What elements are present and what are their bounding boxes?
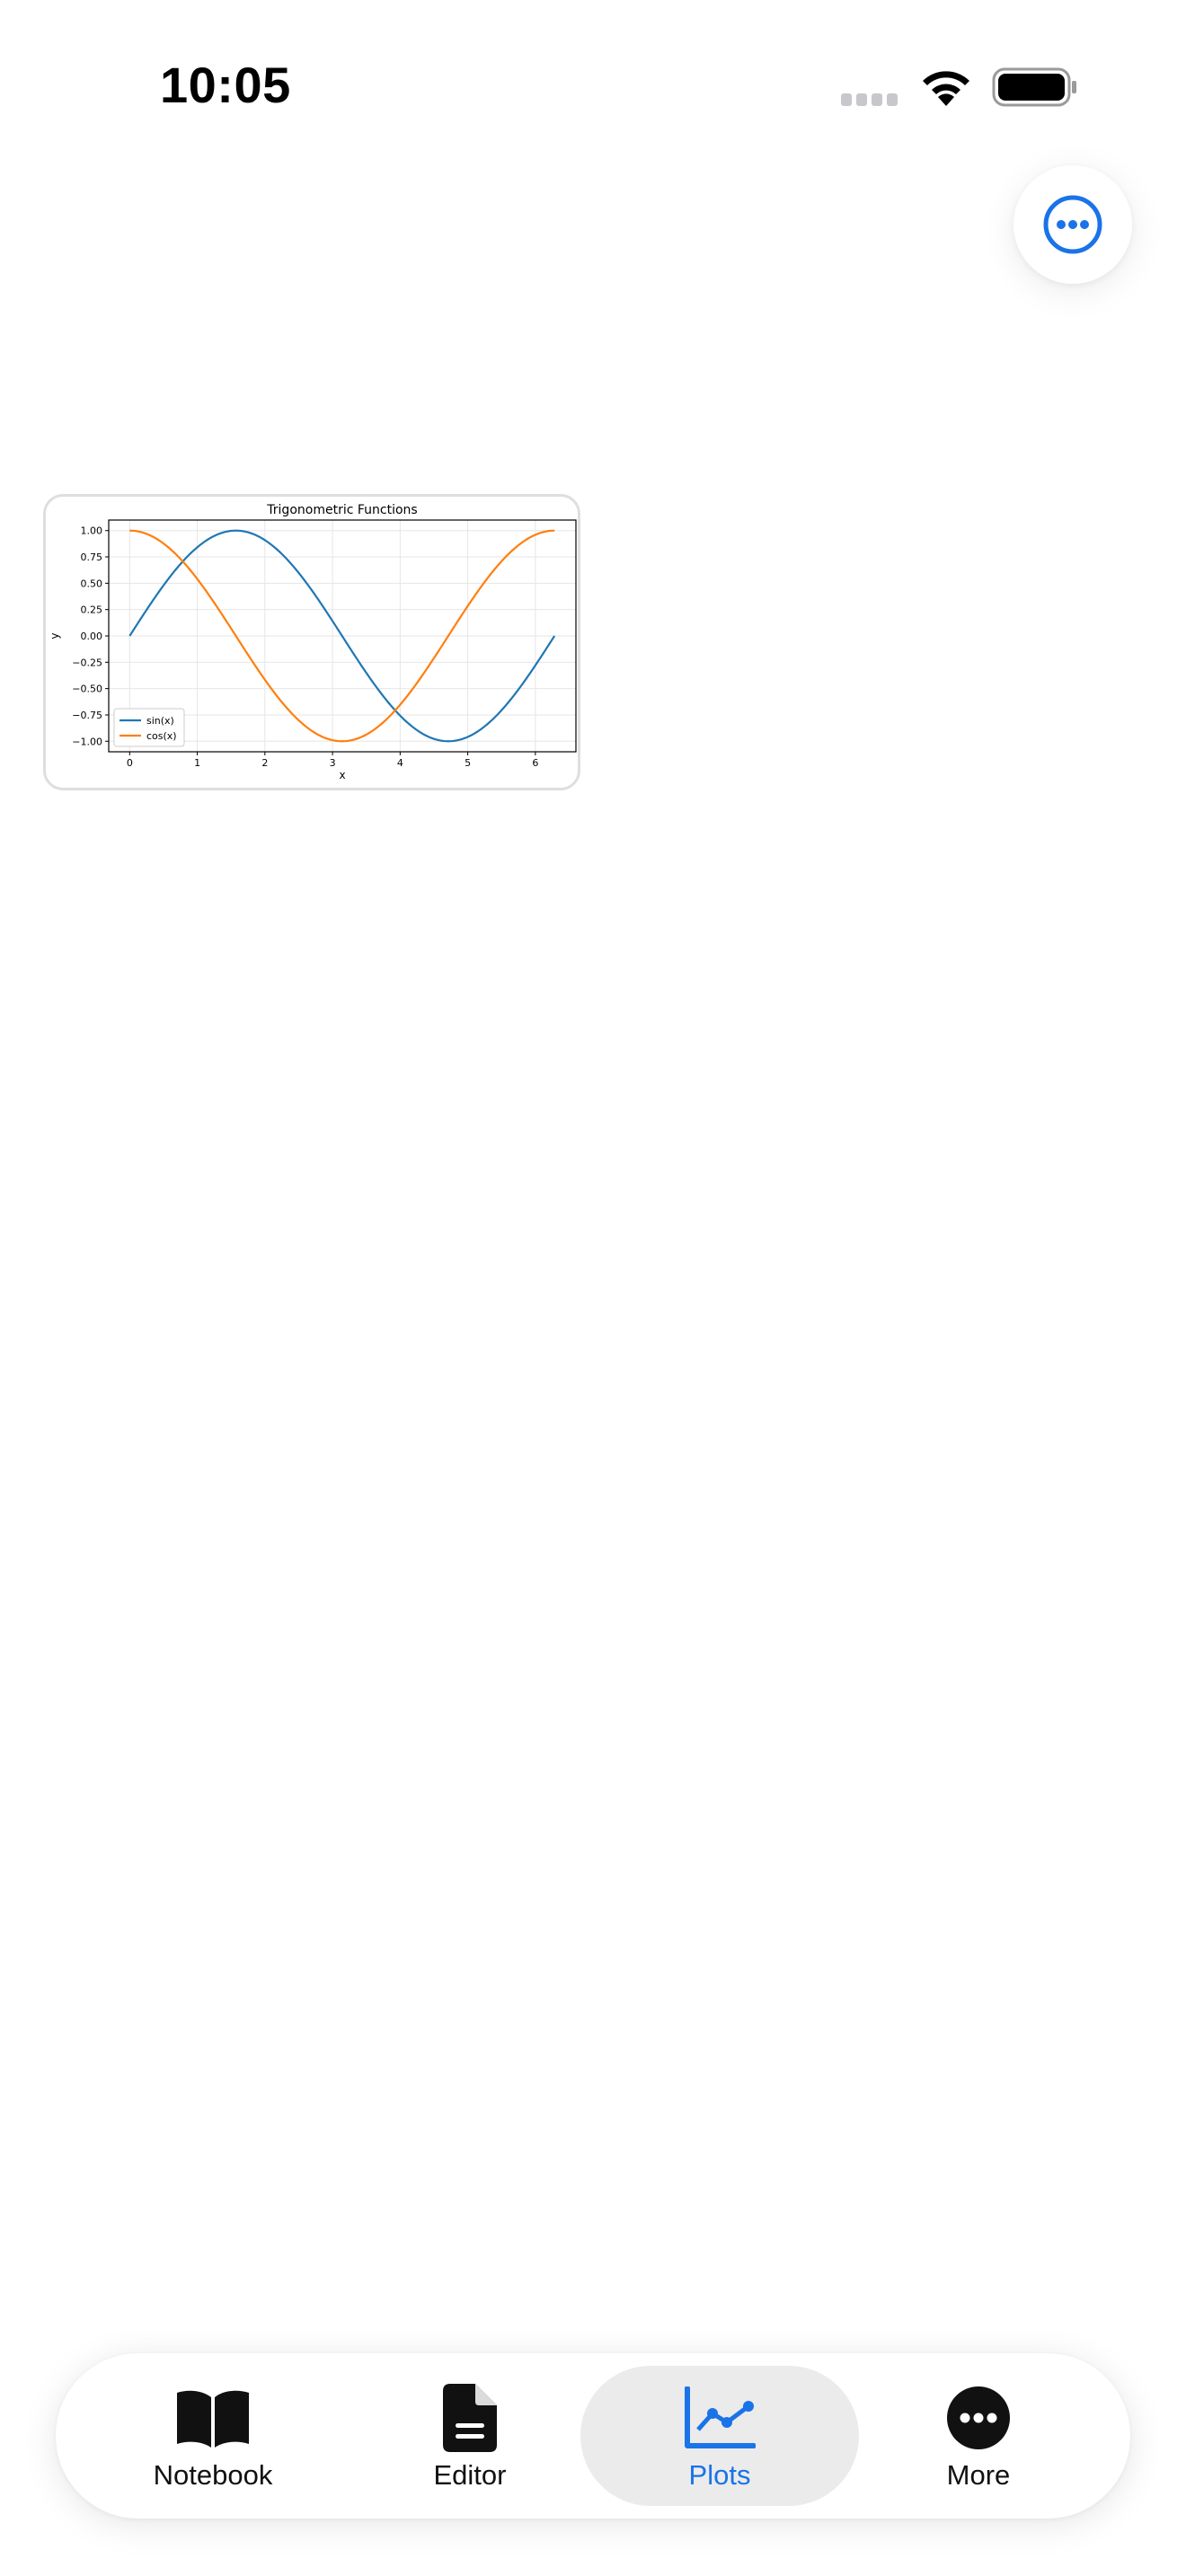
legend-label: sin(x): [146, 715, 174, 727]
battery-icon: [992, 67, 1076, 107]
x-tick-label: 5: [465, 757, 471, 769]
ellipsis-icon: [947, 2386, 1010, 2449]
cellular-signal-icon: [841, 93, 902, 108]
chart-legend: sin(x) cos(x): [113, 708, 185, 747]
wifi-icon: [923, 71, 969, 106]
x-tick-label: 6: [532, 757, 538, 769]
tab-label: More: [946, 2459, 1011, 2491]
y-tick-label: 1.00: [81, 525, 103, 537]
x-tick-label: 3: [330, 757, 336, 769]
x-axis-label: x: [339, 769, 345, 781]
x-tick-label: 1: [194, 757, 200, 769]
tab-label: Plots: [688, 2459, 751, 2491]
tab-plots[interactable]: Plots: [580, 2366, 859, 2506]
y-tick-label: 0.25: [81, 604, 103, 616]
y-tick-label: 0.00: [81, 631, 103, 642]
chart-title: Trigonometric Functions: [266, 503, 417, 517]
y-tick-label: 0.75: [81, 551, 103, 563]
plot-thumbnail[interactable]: Trigonometric Functions 0 1 2 3 4 5 6 1.00 0.75 0…: [43, 494, 580, 790]
ellipsis-circle-icon: [1043, 195, 1102, 254]
x-tick-label: 0: [127, 757, 133, 769]
y-axis-label: y: [49, 632, 61, 639]
y-tick-label: −0.50: [72, 684, 102, 695]
y-tick-label: −1.00: [72, 736, 102, 747]
tab-editor[interactable]: Editor: [331, 2366, 609, 2506]
tab-more[interactable]: More: [839, 2366, 1118, 2506]
y-tick-label: 0.50: [81, 578, 103, 589]
trig-chart: Trigonometric Functions 0 1 2 3 4 5 6 1.00 0.75 0…: [49, 503, 577, 781]
y-tick-label: −0.75: [72, 710, 102, 721]
y-tick-label: −0.25: [72, 657, 102, 668]
legend-label: cos(x): [146, 730, 177, 742]
more-options-button[interactable]: [1013, 165, 1132, 284]
tab-notebook[interactable]: Notebook: [74, 2366, 352, 2506]
tab-label: Editor: [433, 2459, 507, 2491]
x-tick-label: 4: [397, 757, 403, 769]
document-icon: [443, 2384, 497, 2452]
x-tick-label: 2: [261, 757, 268, 769]
book-icon: [177, 2390, 249, 2448]
chart-icon: [685, 2386, 756, 2448]
tab-label: Notebook: [153, 2459, 273, 2491]
status-time: 10:05: [160, 57, 291, 113]
tab-bar: Notebook Editor Plots More: [56, 2353, 1130, 2519]
